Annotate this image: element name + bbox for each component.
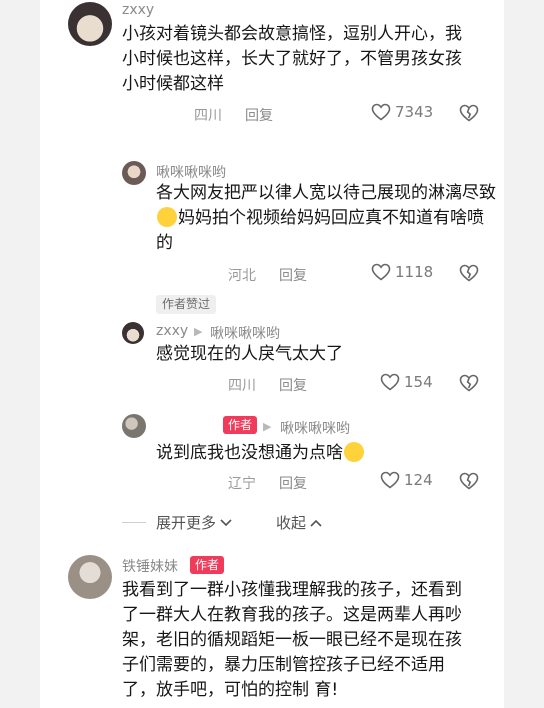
- comment-text: 说到底我也没想通为点啥: [156, 441, 476, 466]
- comment-location: 四川: [228, 378, 256, 394]
- reply-button[interactable]: 回复: [279, 375, 307, 395]
- heart-outline-icon: [371, 103, 391, 121]
- like-count: 124: [404, 471, 433, 489]
- comment-text: 我看到了一群小孩懂我理解我的孩子，还看到了一群大人在教育我的孩子。这是两辈人再吵…: [122, 580, 462, 700]
- reply-button[interactable]: 回复: [279, 473, 307, 493]
- comment-username[interactable]: zxxy: [122, 2, 154, 18]
- broken-heart-icon: [459, 374, 479, 392]
- collapse-button[interactable]: 收起: [276, 512, 323, 533]
- broken-heart-icon: [459, 264, 479, 282]
- reply-to-username[interactable]: 啾咪啾咪哟: [210, 323, 280, 343]
- reply-button[interactable]: 回复: [245, 105, 273, 125]
- expand-more-button[interactable]: 展开更多: [156, 512, 233, 533]
- dislike-button[interactable]: [459, 472, 479, 490]
- heart-outline-icon: [380, 373, 400, 391]
- chevron-up-icon: [309, 514, 323, 532]
- expand-more-label: 展开更多: [156, 514, 217, 532]
- triangle-right-icon: ▶: [194, 325, 203, 338]
- reply-button[interactable]: 回复: [279, 265, 307, 285]
- author-badge: 作者: [190, 556, 225, 574]
- collapse-label: 收起: [276, 514, 307, 532]
- like-button[interactable]: 7343: [371, 103, 433, 121]
- crying-laughing-emoji-icon: [157, 207, 177, 227]
- reply-to-username[interactable]: 啾咪啾咪哟: [280, 418, 350, 438]
- author-badge: 作者: [223, 416, 258, 434]
- comment-location: 辽宁: [228, 476, 256, 492]
- chevron-down-icon: [219, 514, 233, 532]
- avatar[interactable]: [68, 2, 112, 46]
- dislike-button[interactable]: [459, 374, 479, 392]
- author-liked-tag: 作者赞过: [156, 295, 217, 314]
- like-button[interactable]: 1118: [371, 263, 433, 281]
- comment-username[interactable]: 铁锤妹妹: [122, 556, 178, 576]
- comment-text: 各大网友把严以律人宽以待己展现的淋漓尽致妈妈拍个视频给妈妈回应真不知道有啥喷的: [156, 181, 496, 256]
- comment-location: 河北: [228, 268, 256, 284]
- triangle-right-icon: ▶: [263, 420, 272, 433]
- comment-text: 小孩对着镜头都会故意搞怪，逗别人开心，我小时候也这样，长大了就好了，不管男孩女孩…: [122, 24, 462, 94]
- comment-location: 四川: [194, 108, 222, 124]
- like-button[interactable]: 154: [380, 373, 433, 391]
- broken-heart-icon: [459, 104, 479, 122]
- thread-divider: [122, 522, 146, 523]
- like-button[interactable]: 124: [380, 471, 433, 489]
- heart-outline-icon: [371, 263, 391, 281]
- avatar[interactable]: [122, 414, 146, 438]
- avatar[interactable]: [68, 555, 112, 599]
- comment-username[interactable]: zxxy: [156, 323, 188, 339]
- broken-heart-icon: [459, 472, 479, 490]
- avatar[interactable]: [122, 161, 146, 185]
- confused-face-emoji-icon: [344, 442, 364, 462]
- comment-username[interactable]: 啾咪啾咪哟: [156, 162, 226, 182]
- heart-outline-icon: [380, 471, 400, 489]
- like-count: 154: [404, 373, 433, 391]
- comment-text-part: 妈妈拍个视频给妈妈回应真不知道有啥喷的: [156, 208, 484, 253]
- comment-text-part: 说到底我也没想通为点啥: [156, 443, 343, 463]
- dislike-button[interactable]: [459, 104, 479, 122]
- avatar[interactable]: [122, 322, 144, 344]
- comment-text: 感觉现在的人戾气太大了: [156, 344, 343, 364]
- dislike-button[interactable]: [459, 264, 479, 282]
- like-count: 7343: [395, 103, 434, 121]
- comment-text-part: 各大网友把严以律人宽以待己展现的淋漓尽致: [156, 183, 496, 203]
- like-count: 1118: [395, 263, 434, 281]
